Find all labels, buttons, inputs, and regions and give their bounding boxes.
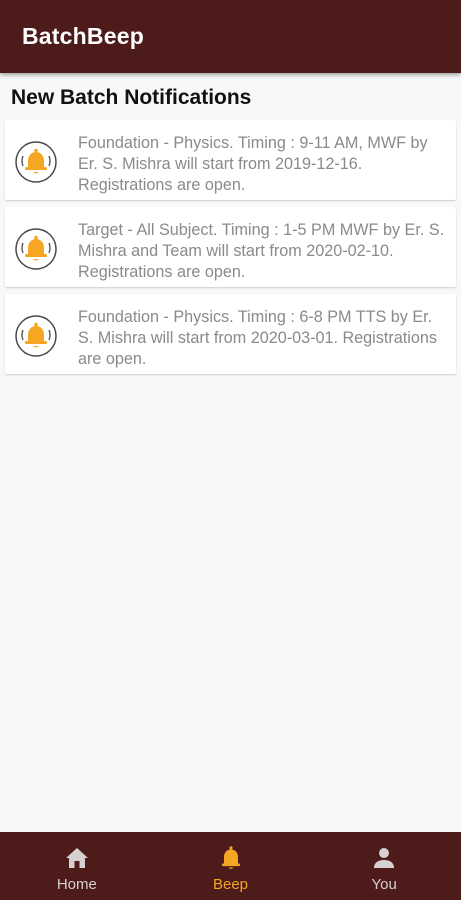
- notification-text: Target - All Subject. Timing : 1-5 PM MW…: [78, 221, 445, 281]
- bell-icon: [15, 315, 57, 357]
- nav-label-beep: Beep: [212, 876, 249, 893]
- bell-icon: [15, 141, 57, 183]
- bell-icon: [15, 228, 57, 270]
- home-icon: [65, 848, 88, 868]
- nav-item-home[interactable]: Home: [0, 832, 154, 900]
- person-icon: [374, 848, 395, 868]
- nav-label-home: Home: [56, 876, 97, 893]
- nav-item-you[interactable]: You: [307, 832, 461, 900]
- notification-list: Foundation - Physics. Timing : 9-11 AM, …: [5, 120, 456, 381]
- nav-label-you: You: [371, 876, 397, 893]
- notification-text: Foundation - Physics. Timing : 6-8 PM TT…: [78, 308, 437, 368]
- app-bar: BatchBeep: [0, 0, 461, 73]
- app-title: BatchBeep: [22, 23, 144, 49]
- bell-icon: [221, 846, 240, 869]
- nav-item-beep[interactable]: Beep: [154, 832, 308, 900]
- bottom-navigation: Home Beep You: [0, 832, 461, 900]
- notification-card[interactable]: Foundation - Physics. Timing : 9-11 AM, …: [5, 120, 456, 200]
- notification-card[interactable]: Foundation - Physics. Timing : 6-8 PM TT…: [5, 294, 456, 374]
- app-screen: BatchBeep New Batch Notifications Founda…: [0, 0, 461, 900]
- notification-text: Foundation - Physics. Timing : 9-11 AM, …: [78, 134, 428, 194]
- notification-card[interactable]: Target - All Subject. Timing : 1-5 PM MW…: [5, 207, 456, 287]
- section-title: New Batch Notifications: [11, 86, 252, 109]
